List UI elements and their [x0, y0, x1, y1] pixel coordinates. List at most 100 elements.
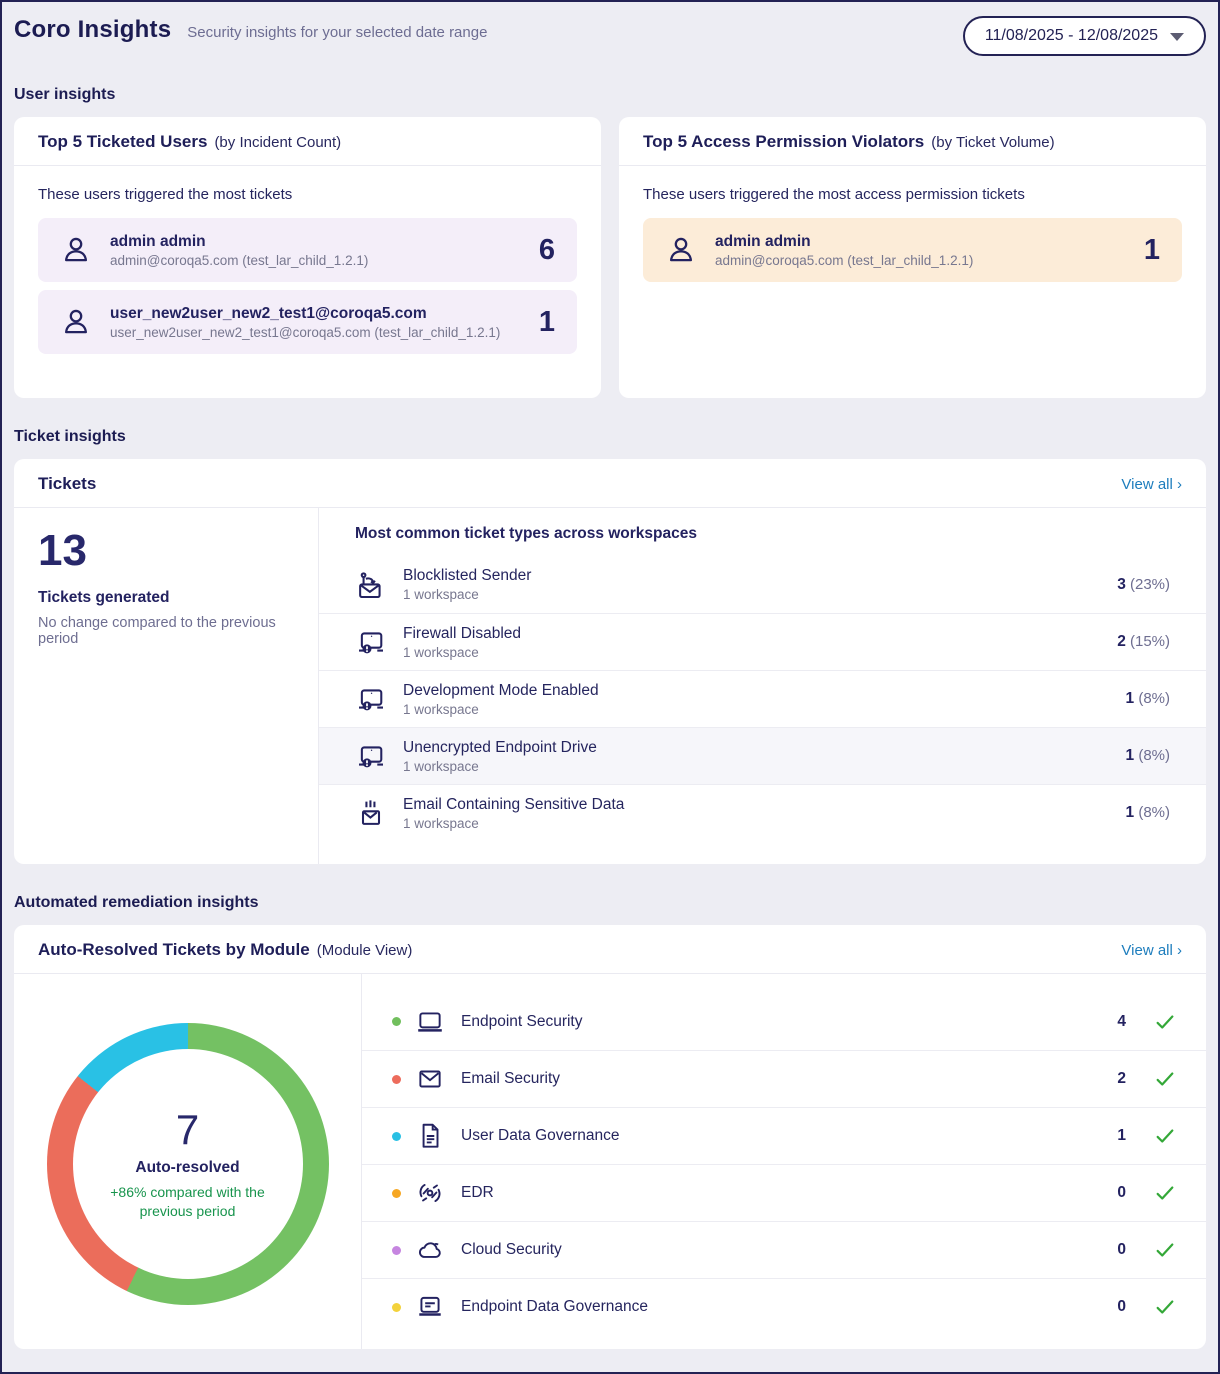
module-row[interactable]: User Data Governance 1 — [362, 1107, 1206, 1164]
check-icon — [1154, 1182, 1176, 1204]
device-warning-icon — [355, 740, 389, 772]
blocklisted-sender-icon — [355, 569, 389, 601]
ticket-type-count: 1 (8%) — [1126, 690, 1170, 708]
module-label: Email Security — [461, 1070, 1117, 1088]
device-warning-icon — [355, 626, 389, 658]
module-label: Endpoint Security — [461, 1013, 1117, 1031]
chevron-down-icon — [1170, 33, 1184, 41]
user-ticket-count: 6 — [539, 234, 555, 267]
user-ticket-count: 1 — [1144, 234, 1160, 267]
chevron-right-icon: › — [1177, 942, 1182, 959]
ticket-type-workspaces: 1 workspace — [403, 816, 1126, 831]
module-color-dot — [392, 1017, 401, 1026]
ticket-type-workspaces: 1 workspace — [403, 587, 1117, 602]
tickets-trend-text: No change compared to the previous perio… — [38, 615, 294, 647]
ticket-type-label: Development Mode Enabled — [403, 682, 1126, 700]
ticket-type-count: 1 (8%) — [1126, 804, 1170, 822]
section-ticket-insights: Ticket insights — [14, 428, 1206, 446]
ticket-type-row[interactable]: Blocklisted Sender 1 workspace 3 (23%) — [319, 556, 1206, 613]
ticket-type-row[interactable]: Email Containing Sensitive Data 1 worksp… — [319, 784, 1206, 841]
ticket-types-list: Most common ticket types across workspac… — [319, 508, 1206, 864]
auto-resolved-card: Auto-Resolved Tickets by Module (Module … — [14, 925, 1206, 1349]
ticket-type-label: Blocklisted Sender — [403, 567, 1117, 585]
device-warning-icon — [355, 683, 389, 715]
module-row[interactable]: Endpoint Data Governance 0 — [362, 1278, 1206, 1335]
module-color-dot — [392, 1075, 401, 1084]
ticket-type-count: 3 (23%) — [1117, 576, 1170, 594]
card-title: Auto-Resolved Tickets by Module — [38, 940, 310, 960]
auto-resolved-count: 7 — [176, 1107, 199, 1153]
auto-resolved-view-all-link[interactable]: View all › — [1121, 942, 1182, 959]
user-name: admin admin — [110, 233, 527, 251]
ticket-type-count: 1 (8%) — [1126, 747, 1170, 765]
violator-user-row[interactable]: admin admin admin@coroqa5.com (test_lar_… — [643, 218, 1182, 282]
module-color-dot — [392, 1303, 401, 1312]
check-icon — [1154, 1068, 1176, 1090]
ticket-type-workspaces: 1 workspace — [403, 645, 1117, 660]
ticket-type-label: Unencrypted Endpoint Drive — [403, 739, 1126, 757]
top-ticketed-users-card: Top 5 Ticketed Users (by Incident Count)… — [14, 117, 601, 398]
user-detail: admin@coroqa5.com (test_lar_child_1.2.1) — [110, 253, 527, 268]
email-security-icon — [415, 1064, 447, 1094]
module-row[interactable]: EDR 0 — [362, 1164, 1206, 1221]
module-label: User Data Governance — [461, 1127, 1117, 1145]
card-title-note: (Module View) — [317, 942, 413, 959]
date-range-picker[interactable]: 11/08/2025 - 12/08/2025 — [963, 16, 1206, 56]
ticket-type-row[interactable]: Unencrypted Endpoint Drive 1 workspace 1… — [319, 727, 1206, 784]
page-header: Coro Insights Security insights for your… — [14, 2, 1206, 56]
top-access-violators-card: Top 5 Access Permission Violators (by Ti… — [619, 117, 1206, 398]
endpoint-security-icon — [415, 1007, 447, 1037]
module-color-dot — [392, 1189, 401, 1198]
card-title: Tickets — [38, 474, 96, 494]
ticket-type-row[interactable]: Firewall Disabled 1 workspace 2 (15%) — [319, 613, 1206, 670]
card-title: Top 5 Ticketed Users — [38, 132, 207, 152]
auto-resolved-label: Auto-resolved — [135, 1159, 239, 1177]
check-icon — [1154, 1011, 1176, 1033]
ticket-type-count: 2 (15%) — [1117, 633, 1170, 651]
card-title-note: (by Ticket Volume) — [931, 134, 1054, 151]
user-name: admin admin — [715, 233, 1132, 251]
section-user-insights: User insights — [14, 86, 1206, 104]
module-row[interactable]: Cloud Security 0 — [362, 1221, 1206, 1278]
module-count: 0 — [1117, 1184, 1126, 1202]
page-subtitle: Security insights for your selected date… — [187, 24, 487, 41]
ticket-type-row[interactable]: Development Mode Enabled 1 workspace 1 (… — [319, 670, 1206, 727]
tickets-view-all-link[interactable]: View all › — [1121, 476, 1182, 493]
user-icon — [665, 234, 699, 266]
module-color-dot — [392, 1246, 401, 1255]
ticketed-user-row[interactable]: user_new2user_new2_test1@coroqa5.com use… — [38, 290, 577, 354]
ticket-type-workspaces: 1 workspace — [403, 759, 1126, 774]
ticket-types-title: Most common ticket types across workspac… — [319, 525, 1206, 543]
user-ticket-count: 1 — [539, 306, 555, 339]
module-count: 0 — [1117, 1298, 1126, 1316]
user-icon — [60, 234, 94, 266]
user-name: user_new2user_new2_test1@coroqa5.com — [110, 305, 527, 323]
module-label: Endpoint Data Governance — [461, 1298, 1117, 1316]
coro-insights-page: Coro Insights Security insights for your… — [0, 0, 1220, 1374]
tickets-card: Tickets View all › 13 Tickets generated … — [14, 459, 1206, 864]
module-color-dot — [392, 1132, 401, 1141]
chevron-right-icon: › — [1177, 476, 1182, 493]
tickets-summary: 13 Tickets generated No change compared … — [14, 508, 319, 864]
section-automated-remediation: Automated remediation insights — [14, 894, 1206, 912]
ticket-type-workspaces: 1 workspace — [403, 702, 1126, 717]
user-icon — [60, 306, 94, 338]
module-list: Endpoint Security 4 Email Security 2 — [362, 974, 1206, 1349]
module-row[interactable]: Endpoint Security 4 — [362, 993, 1206, 1050]
card-description: These users triggered the most tickets — [38, 186, 577, 203]
ticket-type-label: Firewall Disabled — [403, 625, 1117, 643]
user-data-governance-icon — [415, 1121, 447, 1151]
check-icon — [1154, 1239, 1176, 1261]
module-row[interactable]: Email Security 2 — [362, 1050, 1206, 1107]
module-count: 0 — [1117, 1241, 1126, 1259]
user-detail: admin@coroqa5.com (test_lar_child_1.2.1) — [715, 253, 1132, 268]
check-icon — [1154, 1296, 1176, 1318]
card-description: These users triggered the most access pe… — [643, 186, 1182, 203]
module-label: Cloud Security — [461, 1241, 1117, 1259]
auto-resolved-donut: 7 Auto-resolved +86% compared with the p… — [47, 1023, 329, 1305]
auto-resolved-trend: +86% compared with the previous period — [99, 1183, 277, 1221]
ticketed-user-row[interactable]: admin admin admin@coroqa5.com (test_lar_… — [38, 218, 577, 282]
endpoint-data-governance-icon — [415, 1292, 447, 1322]
edr-icon — [415, 1178, 447, 1208]
check-icon — [1154, 1125, 1176, 1147]
